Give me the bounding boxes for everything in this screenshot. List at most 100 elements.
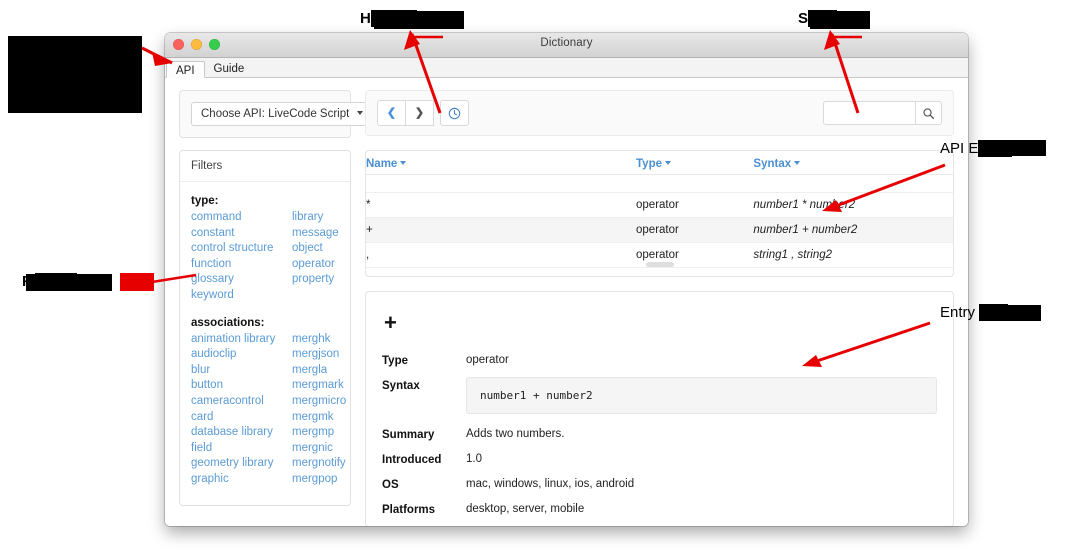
filter-link-blur[interactable]: blur — [191, 363, 288, 379]
detail-row-summary: Summary Adds two numbers. — [382, 428, 937, 441]
filters-body: type: command constant control structure… — [180, 182, 350, 505]
column-header-syntax[interactable]: Syntax — [753, 151, 953, 175]
detail-label-type: Type — [382, 354, 408, 367]
detail-row-platforms: Platforms desktop, server, mobile — [382, 503, 937, 516]
chevron-left-icon[interactable]: ❮ — [377, 100, 406, 126]
clock-icon-svg — [448, 107, 461, 119]
search-input[interactable] — [823, 101, 915, 125]
filter-link-merghk[interactable]: merghk — [292, 332, 346, 348]
api-entry-list[interactable]: Name Type Syntax * operator number1 * nu… — [365, 150, 954, 277]
filter-link-button[interactable]: button — [191, 378, 288, 394]
clock-icon[interactable] — [440, 100, 469, 126]
window-content: Choose API: LiveCode Script Filters type… — [165, 78, 968, 526]
cell-syntax: string1 , string2 — [753, 242, 953, 268]
filters-card: Filters type: command constant control s… — [179, 150, 351, 506]
filter-link-mergmp[interactable]: mergmp — [292, 425, 346, 441]
tab-bar: API Guide — [165, 58, 968, 78]
redaction-entry-display-area — [984, 305, 1041, 321]
column-header-syntax-label: Syntax — [753, 158, 792, 170]
redaction-search-box — [810, 11, 870, 29]
filter-link-card[interactable]: card — [191, 410, 288, 426]
detail-label-syntax: Syntax — [382, 379, 420, 392]
caret-down-icon — [665, 160, 672, 165]
api-chooser-label: Choose API: LiveCode Script — [201, 108, 350, 120]
table-row[interactable]: + operator number1 + number2 — [366, 217, 953, 243]
filter-link-animation-library[interactable]: animation library — [191, 332, 288, 348]
redaction-api-entry-list — [978, 140, 1046, 156]
filter-link-control-structure[interactable]: control structure — [191, 241, 288, 257]
column-header-name-label: Name — [366, 158, 398, 170]
chevron-right-icon[interactable]: ❯ — [405, 100, 434, 126]
cell-name: + — [366, 217, 637, 243]
cell-syntax: number1 + number2 — [753, 217, 953, 243]
filter-link-library[interactable]: library — [292, 210, 339, 226]
redaction-history-buttons — [374, 11, 464, 29]
filter-link-object[interactable]: object — [292, 241, 339, 257]
filter-link-constant[interactable]: constant — [191, 226, 288, 242]
filter-link-database-library[interactable]: database library — [191, 425, 288, 441]
filter-link-mergnotify[interactable]: mergnotify — [292, 456, 346, 472]
detail-row-type: Type operator — [382, 354, 937, 367]
cell-type: operator — [636, 217, 754, 243]
filter-link-command[interactable]: command — [191, 210, 288, 226]
detail-label-introduced: Introduced — [382, 453, 442, 466]
cell-type: operator — [636, 192, 754, 218]
filter-link-mergmark[interactable]: mergmark — [292, 378, 346, 394]
horizontal-scrollbar[interactable] — [645, 261, 674, 267]
cell-name: * — [366, 192, 637, 218]
table-header-row: Name Type Syntax — [366, 151, 953, 175]
filters-sidebar: Choose API: LiveCode Script Filters type… — [179, 90, 373, 526]
filter-link-mergmk[interactable]: mergmk — [292, 410, 346, 426]
cell-syntax: number1 * number2 — [753, 192, 953, 218]
api-chooser-select[interactable]: Choose API: LiveCode Script — [191, 102, 373, 126]
filter-link-mergmicro[interactable]: mergmicro — [292, 394, 346, 410]
search-icon[interactable] — [915, 101, 942, 125]
detail-label-summary: Summary — [382, 428, 435, 441]
filter-link-function[interactable]: function — [191, 257, 288, 273]
filter-link-mergnic[interactable]: mergnic — [292, 441, 346, 457]
chevron-down-icon — [356, 110, 363, 115]
redaction-filter-controls-marker — [120, 273, 154, 291]
filter-link-keyword[interactable]: keyword — [191, 288, 288, 304]
detail-row-os: OS mac, windows, linux, ios, android — [382, 478, 937, 491]
detail-label-platforms: Platforms — [382, 503, 436, 516]
filter-link-geometry-library[interactable]: geometry library — [191, 456, 288, 472]
main-pane: ❮ ❯ Name Type Syntax * operator number1 … — [365, 90, 954, 526]
filter-link-graphic[interactable]: graphic — [191, 472, 288, 488]
column-header-type-label: Type — [636, 158, 663, 170]
filter-link-mergpop[interactable]: mergpop — [292, 472, 346, 488]
search-icon-svg — [923, 107, 935, 119]
api-chooser-card: Choose API: LiveCode Script — [179, 90, 373, 138]
detail-label-os: OS — [382, 478, 399, 491]
filter-link-cameracontrol[interactable]: cameracontrol — [191, 394, 288, 410]
filter-link-mergjson[interactable]: mergjson — [292, 347, 346, 363]
table-row[interactable]: * operator number1 * number2 — [366, 192, 953, 218]
filter-link-message[interactable]: message — [292, 226, 339, 242]
dictionary-window: Dictionary API Guide Choose API: LiveCod… — [165, 33, 968, 526]
filter-link-glossary[interactable]: glossary — [191, 272, 288, 288]
search-area — [823, 101, 942, 125]
detail-value-platforms: desktop, server, mobile — [466, 502, 585, 515]
detail-value-introduced: 1.0 — [466, 452, 482, 465]
filter-group-title-type: type: — [191, 195, 219, 207]
detail-row-syntax: Syntax number1 + number2 — [382, 376, 937, 414]
tab-guide[interactable]: Guide — [205, 60, 254, 77]
column-header-name[interactable]: Name — [366, 151, 637, 175]
filter-link-operator[interactable]: operator — [292, 257, 339, 273]
filter-link-field[interactable]: field — [191, 441, 288, 457]
column-header-type[interactable]: Type — [636, 151, 754, 175]
caret-down-icon — [794, 160, 801, 165]
filter-link-audioclip[interactable]: audioclip — [191, 347, 288, 363]
table-row-clipped[interactable] — [366, 174, 953, 193]
nav-toolbar: ❮ ❯ — [365, 90, 954, 136]
detail-value-summary: Adds two numbers. — [466, 427, 565, 440]
detail-value-type: operator — [466, 353, 509, 366]
detail-value-os: mac, windows, linux, ios, android — [466, 477, 635, 490]
redaction-filter-controls — [26, 274, 112, 291]
window-titlebar: Dictionary — [165, 33, 968, 58]
tab-api[interactable]: API — [166, 61, 205, 78]
detail-row-introduced: Introduced 1.0 — [382, 453, 937, 466]
filter-link-mergla[interactable]: mergla — [292, 363, 346, 379]
filter-link-property[interactable]: property — [292, 272, 339, 288]
caret-down-icon — [400, 160, 407, 165]
